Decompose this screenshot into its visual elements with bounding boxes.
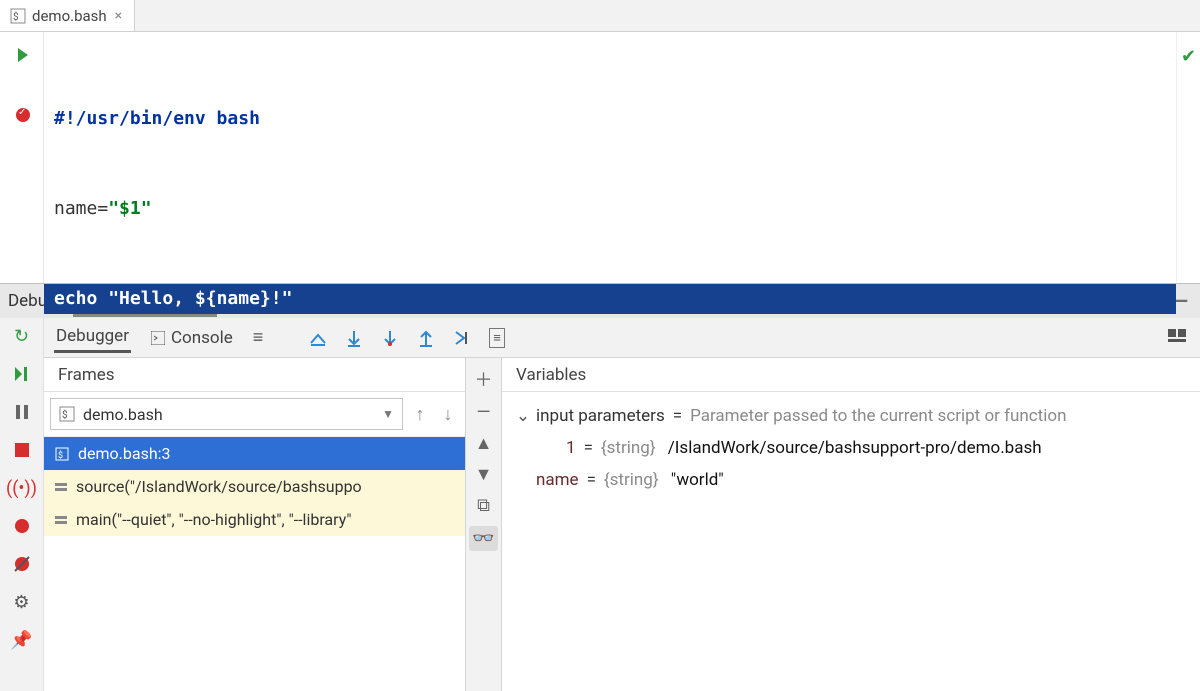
editor-tab[interactable]: $ demo.bash × xyxy=(0,0,135,31)
svg-text:$: $ xyxy=(13,10,19,23)
pause-icon[interactable] xyxy=(10,400,34,424)
shebang: #!/usr/bin/env bash xyxy=(54,104,260,134)
echo-str: "Hello, ${name}!" xyxy=(108,284,292,314)
pin-icon[interactable]: 📌 xyxy=(10,628,34,652)
debug-controls-strip: ↻ ((•)) ⚙ 📌 xyxy=(0,318,44,691)
remove-watch-icon[interactable]: — xyxy=(476,402,490,423)
svg-text:$: $ xyxy=(58,450,63,461)
frame-row[interactable]: $ demo.bash:3 xyxy=(44,437,465,470)
equals-sign: = xyxy=(583,464,600,496)
rerun-icon[interactable]: ↻ xyxy=(10,324,34,348)
check-ok-icon[interactable]: ✔ xyxy=(1181,46,1196,283)
editor-tab-bar: $ demo.bash × xyxy=(0,0,1200,32)
editor-tab-label: demo.bash xyxy=(32,7,107,25)
code-line-3: echo "Hello, ${name}!" xyxy=(44,284,1176,314)
stackframe-icon xyxy=(54,513,68,527)
glasses-icon[interactable]: 👓 xyxy=(469,526,497,551)
variable-type: {string} xyxy=(601,432,656,464)
variable-row[interactable]: name = {string} "world" xyxy=(514,464,1188,496)
variables-column: Variables ⌄ input parameters = Parameter… xyxy=(502,358,1200,691)
code-line-1: #!/usr/bin/env bash xyxy=(54,104,1168,134)
bash-file-icon: $ xyxy=(54,446,70,462)
code-line-2: name="$1" xyxy=(54,194,1168,224)
close-icon[interactable]: × xyxy=(113,8,124,24)
variable-type: {string} xyxy=(604,464,659,496)
frame-list[interactable]: $ demo.bash:3 source("/IslandWork/source… xyxy=(44,437,465,691)
code-editor[interactable]: #!/usr/bin/env bash name="$1" echo "Hell… xyxy=(44,32,1176,283)
stackframe-icon xyxy=(54,480,68,494)
settings-icon[interactable]: ⚙ xyxy=(10,590,34,614)
frames-side-tools: ＋ — ▲ ▼ ⧉ 👓 xyxy=(466,358,502,691)
frames-selector-row: $ demo.bash ▼ ↑ ↓ xyxy=(44,392,465,437)
disable-breakpoints-icon[interactable] xyxy=(10,552,34,576)
mute-breakpoints-icon[interactable] xyxy=(10,514,34,538)
variable-desc: Parameter passed to the current script o… xyxy=(690,400,1066,432)
svg-text:$: $ xyxy=(62,408,68,421)
chevron-down-icon[interactable]: ⌄ xyxy=(514,400,532,432)
resume-icon[interactable] xyxy=(10,362,34,386)
frame-label: main("--quiet", "--no-highlight", "--lib… xyxy=(76,510,352,529)
thread-selector[interactable]: $ demo.bash ▼ xyxy=(50,398,403,430)
echo-kw: echo xyxy=(54,284,97,314)
editor-area: #!/usr/bin/env bash name="$1" echo "Hell… xyxy=(0,32,1200,284)
layout-settings-icon[interactable] xyxy=(1168,329,1190,347)
chevron-down-icon: ▼ xyxy=(382,407,394,421)
frame-down-icon[interactable]: ↓ xyxy=(437,404,459,425)
frame-row[interactable]: main("--quiet", "--no-highlight", "--lib… xyxy=(44,503,465,536)
assign-lhs: name= xyxy=(54,194,108,224)
frames-column: Frames $ demo.bash ▼ ↑ ↓ xyxy=(44,358,466,691)
variable-name: input parameters xyxy=(536,400,665,432)
equals-sign: = xyxy=(580,432,597,464)
bash-file-icon: $ xyxy=(59,406,75,422)
equals-sign: = xyxy=(669,400,686,432)
assign-str: "$1" xyxy=(108,194,151,224)
variable-name: 1 xyxy=(566,432,576,464)
view-breakpoints-icon[interactable]: ((•)) xyxy=(10,476,34,500)
variables-tree[interactable]: ⌄ input parameters = Parameter passed to… xyxy=(502,392,1200,504)
run-icon[interactable] xyxy=(14,46,32,64)
scroll-up-icon[interactable]: ▲ xyxy=(475,433,493,454)
variable-value: /IslandWork/source/bashsupport-pro/demo.… xyxy=(668,432,1042,464)
frame-label: source("/IslandWork/source/bashsuppo xyxy=(76,477,362,496)
frame-up-icon[interactable]: ↑ xyxy=(409,404,431,425)
bash-file-icon: $ xyxy=(10,8,26,24)
variable-name: name xyxy=(536,464,579,496)
breakpoint-icon[interactable] xyxy=(14,106,32,124)
frame-row[interactable]: source("/IslandWork/source/bashsuppo xyxy=(44,470,465,503)
variable-row[interactable]: ⌄ input parameters = Parameter passed to… xyxy=(514,400,1188,432)
variable-value: "world" xyxy=(671,464,724,496)
scroll-down-icon[interactable]: ▼ xyxy=(475,464,493,485)
editor-status-gutter: ✔ xyxy=(1176,32,1200,283)
stop-icon[interactable] xyxy=(10,438,34,462)
variable-row[interactable]: 1 = {string} /IslandWork/source/bashsupp… xyxy=(514,432,1188,464)
frame-label: demo.bash:3 xyxy=(78,444,171,463)
debug-split: Frames $ demo.bash ▼ ↑ ↓ xyxy=(44,358,1200,691)
thread-selector-label: demo.bash xyxy=(83,405,163,424)
editor-gutter[interactable] xyxy=(0,32,44,283)
duplicate-icon[interactable]: ⧉ xyxy=(477,495,490,516)
